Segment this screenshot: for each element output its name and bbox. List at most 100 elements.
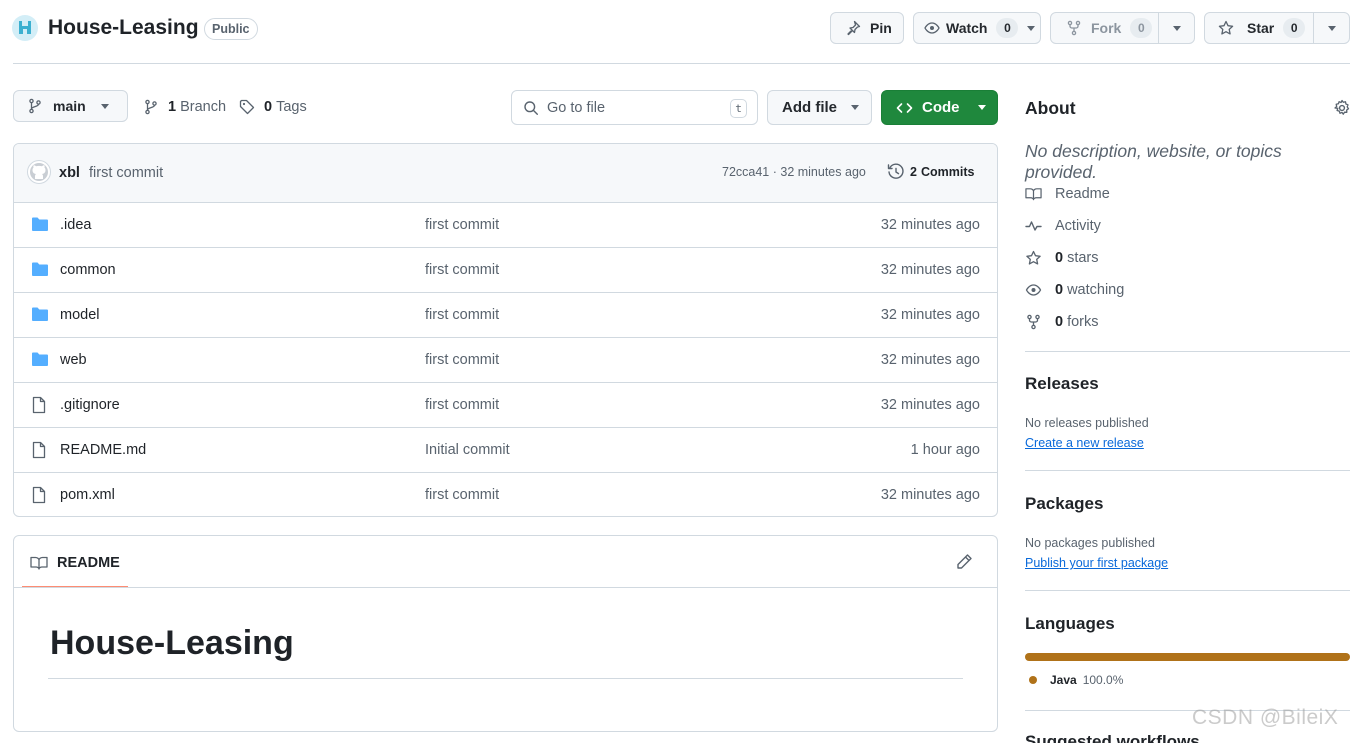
file-name[interactable]: common [60, 262, 116, 278]
file-commit-message[interactable]: first commit [425, 217, 499, 233]
file-name[interactable]: README.md [60, 442, 146, 458]
file-row[interactable]: common first commit 32 minutes ago [14, 247, 997, 292]
watch-dropdown-icon[interactable] [1027, 25, 1036, 31]
file-commit-message[interactable]: first commit [425, 352, 499, 368]
branch-selector[interactable]: main [13, 90, 128, 122]
publish-package-link[interactable]: Publish your first package [1025, 556, 1168, 570]
file-commit-time: 32 minutes ago [880, 352, 980, 368]
edit-readme-pencil-icon[interactable] [956, 553, 973, 570]
watch-button[interactable]: Watch 0 [913, 12, 1041, 44]
file-commit-message[interactable]: first commit [425, 307, 499, 323]
file-row[interactable]: web first commit 32 minutes ago [14, 337, 997, 382]
file-commit-time: 32 minutes ago [880, 262, 980, 278]
file-name[interactable]: .gitignore [60, 397, 120, 413]
file-row[interactable]: .idea first commit 32 minutes ago [14, 202, 997, 247]
suggested-workflows-title: Suggested workflows [1025, 732, 1200, 743]
chevron-down-icon [977, 105, 986, 110]
code-icon [896, 100, 913, 116]
create-release-link[interactable]: Create a new release [1025, 436, 1144, 450]
file-row[interactable]: README.md Initial commit 1 hour ago [14, 427, 997, 472]
branches-link[interactable]: 1 Branch [143, 99, 226, 115]
file-row[interactable]: model first commit 32 minutes ago [14, 292, 997, 337]
language-item-java[interactable]: Java 100.0% [1029, 673, 1123, 687]
activity-link-label: Activity [1055, 218, 1101, 234]
eye-icon [1025, 284, 1042, 296]
readme-link[interactable]: Readme [1025, 186, 1110, 202]
readme-tab[interactable]: README [22, 546, 128, 588]
file-icon [31, 486, 47, 504]
releases-empty-text: No releases published [1025, 416, 1149, 430]
visibility-badge: Public [204, 18, 258, 40]
commit-author-avatar[interactable] [27, 160, 51, 184]
watching-link[interactable]: 0 watching [1025, 282, 1124, 298]
file-name[interactable]: .idea [60, 217, 91, 233]
forks-link[interactable]: 0 forks [1025, 314, 1099, 330]
about-description: No description, website, or topics provi… [1025, 141, 1282, 182]
stars-link[interactable]: 0 stars [1025, 250, 1099, 266]
sidebar-divider [1025, 590, 1350, 591]
book-icon [30, 555, 48, 571]
eye-icon [924, 20, 940, 36]
search-icon [523, 100, 539, 116]
tags-label: Tags [276, 99, 307, 115]
forks-label: forks [1067, 314, 1099, 330]
commit-author[interactable]: xbl [59, 165, 80, 181]
pin-label: Pin [870, 20, 892, 36]
file-row[interactable]: pom.xml first commit 32 minutes ago [14, 472, 997, 517]
packages-title[interactable]: Packages [1025, 494, 1103, 514]
language-bar-java-segment [1025, 653, 1350, 661]
star-button[interactable]: Star 0 [1204, 12, 1314, 44]
branch-name: main [53, 98, 86, 114]
tags-link[interactable]: 0 Tags [239, 99, 307, 115]
watching-label: watching [1067, 282, 1125, 298]
watch-count: 0 [996, 18, 1019, 38]
readme-tab-label: README [57, 555, 120, 571]
add-file-button[interactable]: Add file [767, 90, 872, 125]
go-to-file-search[interactable]: Go to file t [511, 90, 758, 125]
tags-count: 0 [264, 99, 273, 115]
stars-count: 0 [1055, 250, 1064, 266]
activity-link[interactable]: Activity [1025, 218, 1101, 234]
releases-title[interactable]: Releases [1025, 374, 1099, 394]
history-icon [887, 163, 905, 181]
file-name[interactable]: web [60, 352, 87, 368]
languages-title: Languages [1025, 614, 1115, 633]
language-bar [1025, 653, 1350, 661]
star-icon [1218, 20, 1234, 36]
fork-button[interactable]: Fork 0 [1050, 12, 1159, 44]
star-label: Star [1247, 20, 1275, 36]
commit-hash-time[interactable]: 72cca41 · 32 minutes ago [722, 165, 866, 179]
file-commit-message[interactable]: first commit [425, 397, 499, 413]
commits-history-link[interactable]: 2 Commits [887, 163, 974, 181]
sidebar-divider [1025, 351, 1350, 352]
file-name[interactable]: pom.xml [60, 487, 115, 503]
readme-heading-rule [48, 678, 963, 679]
branch-icon [143, 99, 159, 115]
about-settings-gear-icon[interactable] [1333, 99, 1351, 117]
file-name[interactable]: model [60, 307, 100, 323]
file-commit-message[interactable]: first commit [425, 262, 499, 278]
code-button[interactable]: Code [881, 90, 998, 125]
language-percent: 100.0% [1082, 673, 1124, 687]
repo-name[interactable]: House-Leasing [48, 16, 199, 40]
pin-button[interactable]: Pin [830, 12, 904, 44]
fork-label: Fork [1091, 20, 1122, 36]
fork-dropdown-button[interactable] [1158, 12, 1195, 44]
file-commit-message[interactable]: first commit [425, 487, 499, 503]
file-row[interactable]: .gitignore first commit 32 minutes ago [14, 382, 997, 427]
fork-icon [1066, 20, 1082, 36]
chevron-down-icon [1172, 25, 1181, 31]
code-label: Code [922, 99, 960, 116]
commit-message[interactable]: first commit [89, 165, 163, 181]
repo-avatar-icon [12, 15, 38, 41]
star-count: 0 [1283, 18, 1306, 38]
branches-count: 1 [168, 99, 177, 115]
file-commit-message[interactable]: Initial commit [425, 442, 510, 458]
search-shortcut-key: t [730, 99, 747, 118]
readme-link-label: Readme [1055, 186, 1110, 202]
readme-heading: House-Leasing [50, 624, 294, 662]
chevron-down-icon [100, 103, 109, 109]
star-dropdown-button[interactable] [1313, 12, 1350, 44]
commits-label: Commits [920, 165, 975, 179]
language-name: Java [1050, 673, 1077, 687]
